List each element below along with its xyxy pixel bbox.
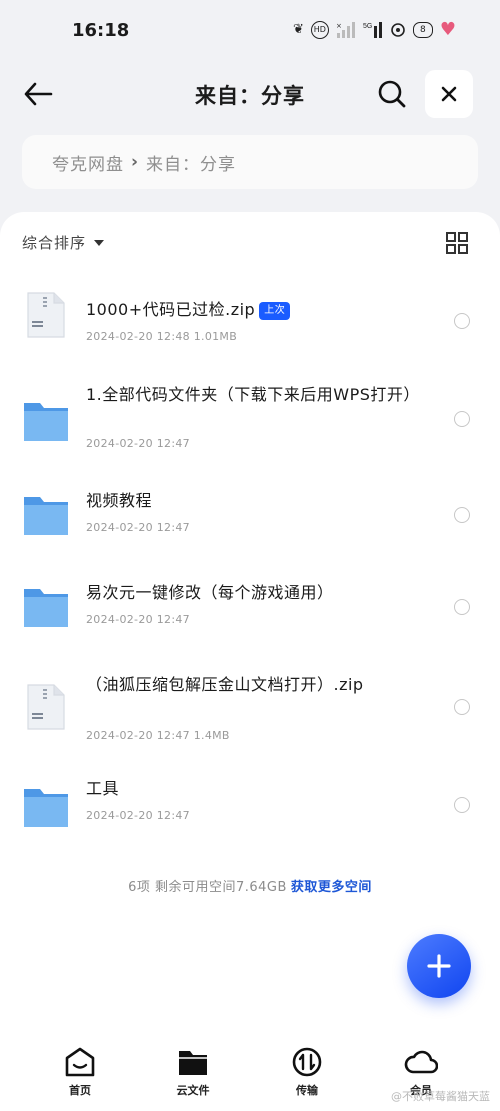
sort-label: 综合排序 <box>22 234 87 252</box>
cloud-folder-icon <box>179 1051 207 1075</box>
select-radio[interactable] <box>454 411 470 427</box>
select-radio[interactable] <box>454 507 470 523</box>
signal-off-icon: × <box>336 22 355 38</box>
cloud-member-icon <box>404 1050 438 1074</box>
file-row[interactable]: 工具 2024-02-20 12:47 <box>0 751 500 841</box>
file-row[interactable]: 1.全部代码文件夹（下载下来后用WPS打开） 2024-02-20 12:47 <box>0 365 500 463</box>
nav-home[interactable]: 首页 <box>40 1046 120 1098</box>
file-name: 视频教程 <box>86 491 153 510</box>
folder-icon <box>24 589 68 627</box>
status-bar: 16:18 ❦ HD × 5G 8 ♥ <box>0 0 500 62</box>
file-name: （油狐压缩包解压金山文档打开）.zip <box>86 675 364 694</box>
zip-file-icon <box>27 684 65 730</box>
status-icons: ❦ HD × 5G 8 ♥ <box>293 20 456 40</box>
file-meta: 2024-02-20 12:47 <box>86 521 190 534</box>
status-time: 16:18 <box>72 20 130 41</box>
file-meta: 2024-02-20 12:47 <box>86 809 190 822</box>
grid-view-button[interactable] <box>444 230 470 256</box>
nav-label: 云文件 <box>176 1084 210 1097</box>
file-meta: 2024-02-20 12:47 1.4MB <box>86 729 230 742</box>
header: 来自：分享 <box>0 62 500 124</box>
nav-label: 首页 <box>69 1084 91 1097</box>
watermark: @不败草莓酱猫天蓝 <box>391 1090 490 1103</box>
select-radio[interactable] <box>454 699 470 715</box>
close-icon <box>441 86 457 102</box>
battery-icon: 8 <box>412 22 433 38</box>
home-icon <box>65 1047 95 1077</box>
breadcrumb-current: 来自：分享 <box>146 154 237 175</box>
file-row[interactable]: （油狐压缩包解压金山文档打开）.zip 2024-02-20 12:47 1.4… <box>0 647 500 751</box>
folder-icon <box>24 789 68 827</box>
file-meta: 2024-02-20 12:47 <box>86 437 190 450</box>
leaf-icon: ❦ <box>292 22 304 37</box>
select-radio[interactable] <box>454 599 470 615</box>
file-meta: 2024-02-20 12:48 1.01MB <box>86 330 238 343</box>
folder-icon <box>24 497 68 535</box>
caret-down-icon <box>94 239 105 246</box>
add-button[interactable] <box>407 934 471 998</box>
file-meta: 2024-02-20 12:47 <box>86 613 190 626</box>
nav-cloud-files[interactable]: 云文件 <box>153 1046 233 1098</box>
file-name: 1.全部代码文件夹（下载下来后用WPS打开） <box>86 385 420 404</box>
select-radio[interactable] <box>454 797 470 813</box>
upload-badge: 上次 <box>259 302 291 320</box>
folder-icon <box>24 403 68 441</box>
file-row[interactable]: 视频教程 2024-02-20 12:47 <box>0 463 500 555</box>
storage-text: 6项 剩余可用空间7.64GB <box>128 880 287 895</box>
transfer-icon <box>292 1047 322 1077</box>
grid-view-icon <box>446 232 468 254</box>
file-row[interactable]: 易次元一键修改（每个游戏通用） 2024-02-20 12:47 <box>0 555 500 647</box>
storage-summary: 6项 剩余可用空间7.64GB 获取更多空间 <box>0 876 500 895</box>
get-more-space-link[interactable]: 获取更多空间 <box>291 880 372 895</box>
file-name: 易次元一键修改（每个游戏通用） <box>86 583 334 602</box>
search-icon <box>378 80 406 108</box>
close-button[interactable] <box>425 70 473 118</box>
select-radio[interactable] <box>454 313 470 329</box>
settings-badge-icon <box>391 23 405 37</box>
hd-icon: HD <box>310 21 329 39</box>
plus-icon <box>427 954 451 978</box>
zip-file-icon <box>27 292 65 338</box>
sort-dropdown[interactable]: 综合排序 <box>22 232 105 253</box>
file-name: 1000+代码已过检.zip 上次 <box>86 298 421 322</box>
file-name: 工具 <box>86 779 120 798</box>
nav-transfer[interactable]: 传输 <box>267 1046 347 1098</box>
breadcrumb: 夸克网盘 › 来自：分享 <box>22 135 478 189</box>
search-button[interactable] <box>372 74 412 114</box>
breadcrumb-root[interactable]: 夸克网盘 <box>52 150 124 175</box>
nav-label: 传输 <box>296 1084 318 1097</box>
5g-signal-icon: 5G <box>363 22 382 38</box>
svg-text:×: × <box>336 22 342 30</box>
file-row[interactable]: 1000+代码已过检.zip 上次 2024-02-20 12:48 1.01MB <box>0 267 500 365</box>
chevron-right-icon: › <box>131 152 140 172</box>
svg-text:5G: 5G <box>363 23 372 30</box>
heart-pin-icon: ♥ <box>439 19 456 40</box>
